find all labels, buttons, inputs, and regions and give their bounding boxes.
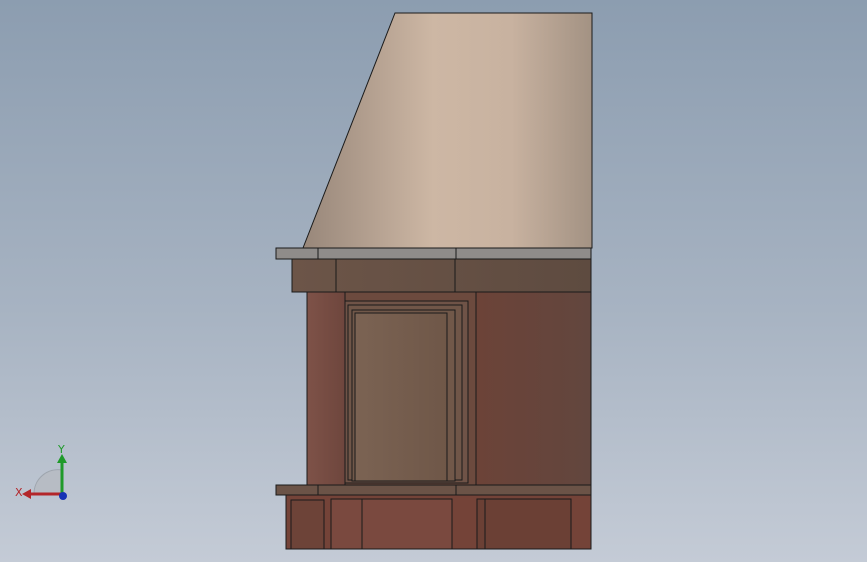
hood-face[interactable] xyxy=(302,12,593,249)
lower-ledge[interactable] xyxy=(275,484,592,496)
y-axis-label: Y xyxy=(58,443,65,456)
upper-band[interactable] xyxy=(291,258,592,293)
base-center-recess[interactable] xyxy=(330,498,453,550)
body-left-panel[interactable] xyxy=(306,291,346,486)
triad-plane-icon xyxy=(33,469,63,495)
cad-viewport[interactable]: Y X xyxy=(0,0,867,562)
mantel-slab[interactable] xyxy=(275,247,592,260)
base-right-recess[interactable] xyxy=(476,498,572,550)
fireplace-model[interactable] xyxy=(0,0,867,562)
coordinate-triad-icon xyxy=(22,454,67,500)
body-right-panel[interactable] xyxy=(475,291,592,486)
x-axis-label: X xyxy=(15,486,23,499)
base-left-recess[interactable] xyxy=(290,499,325,550)
x-axis-arrow xyxy=(22,489,31,499)
z-axis-dot xyxy=(59,492,67,500)
door-panel[interactable] xyxy=(354,312,448,482)
